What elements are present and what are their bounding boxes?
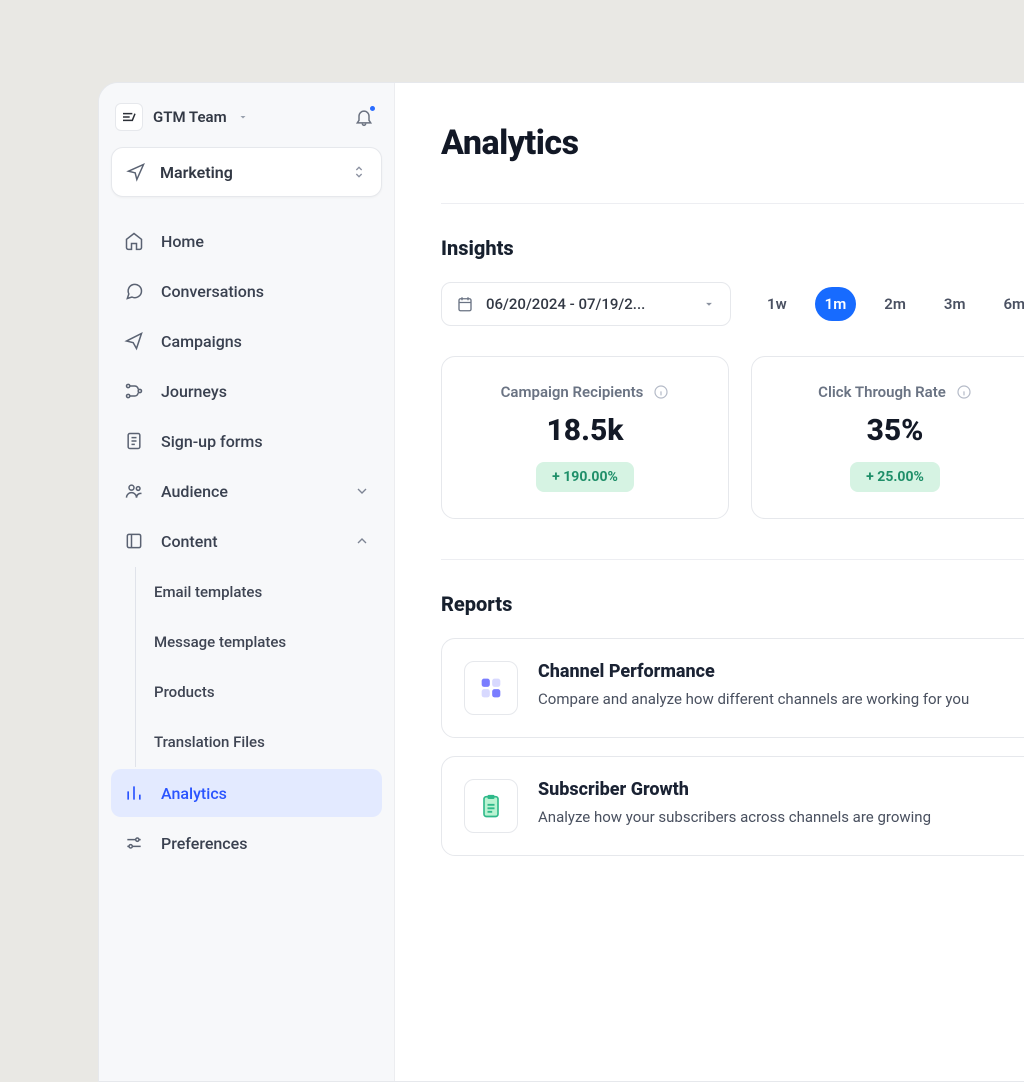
reports-heading: Reports bbox=[441, 592, 1024, 616]
sidebar-item-label: Sign-up forms bbox=[161, 432, 263, 451]
clipboard-icon bbox=[464, 779, 518, 833]
content-icon bbox=[123, 531, 145, 551]
range-3m[interactable]: 3m bbox=[934, 287, 976, 321]
reports-list: Channel Performance Compare and analyze … bbox=[441, 638, 1024, 856]
project-name: Marketing bbox=[160, 163, 233, 182]
sidebar-content-submenu: Email templates Message templates Produc… bbox=[135, 567, 382, 767]
metric-delta: + 25.00% bbox=[850, 462, 940, 492]
sidebar-item-journeys[interactable]: Journeys bbox=[111, 367, 382, 415]
send-icon bbox=[123, 331, 145, 351]
report-text: Subscriber Growth Analyze how your subsc… bbox=[538, 779, 931, 829]
audience-icon bbox=[123, 481, 145, 501]
sidebar-item-label: Analytics bbox=[161, 784, 227, 803]
divider bbox=[441, 203, 1024, 204]
info-icon[interactable] bbox=[653, 384, 669, 400]
sidebar-subitem-email-templates[interactable]: Email templates bbox=[142, 567, 382, 617]
team-name: GTM Team bbox=[153, 108, 227, 126]
paper-plane-icon bbox=[126, 162, 146, 182]
date-range-picker[interactable]: 06/20/2024 - 07/19/2... bbox=[441, 282, 731, 326]
sliders-icon bbox=[123, 833, 145, 853]
team-logo-icon bbox=[115, 103, 143, 131]
metric-title: Campaign Recipients bbox=[501, 383, 644, 401]
insights-controls: 06/20/2024 - 07/19/2... 1w 1m 2m 3m 6m 1… bbox=[441, 282, 1024, 326]
metric-value: 35% bbox=[867, 413, 924, 448]
sidebar-item-label: Campaigns bbox=[161, 332, 242, 351]
info-icon[interactable] bbox=[956, 384, 972, 400]
project-selector[interactable]: Marketing bbox=[111, 147, 382, 197]
range-2m[interactable]: 2m bbox=[874, 287, 916, 321]
sidebar-subitem-message-templates[interactable]: Message templates bbox=[142, 617, 382, 667]
sidebar-item-label: Content bbox=[161, 532, 218, 551]
sidebar-header: GTM Team bbox=[111, 99, 382, 147]
page-title: Analytics bbox=[441, 123, 1024, 163]
sidebar-item-audience[interactable]: Audience bbox=[111, 467, 382, 515]
sidebar-subitem-translation-files[interactable]: Translation Files bbox=[142, 717, 382, 767]
page-background: GTM Team Marketing bbox=[0, 0, 1024, 1024]
caret-down-icon bbox=[237, 111, 249, 123]
form-icon bbox=[123, 431, 145, 451]
time-range-segments: 1w 1m 2m 3m 6m 1y bbox=[757, 287, 1024, 321]
range-1m[interactable]: 1m bbox=[815, 287, 857, 321]
metric-card-ctr[interactable]: Click Through Rate 35% + 25.00% bbox=[751, 356, 1024, 519]
insights-heading: Insights bbox=[441, 236, 1024, 260]
sidebar-item-campaigns[interactable]: Campaigns bbox=[111, 317, 382, 365]
sidebar-item-label: Conversations bbox=[161, 282, 264, 301]
sidebar-item-home[interactable]: Home bbox=[111, 217, 382, 265]
range-1w[interactable]: 1w bbox=[757, 287, 797, 321]
caret-down-icon bbox=[702, 297, 716, 311]
calendar-icon bbox=[456, 295, 474, 313]
chevron-down-icon bbox=[354, 483, 370, 499]
sidebar-item-preferences[interactable]: Preferences bbox=[111, 819, 382, 867]
main-content: Analytics Insights 06/20/2024 - 07/19/2.… bbox=[395, 83, 1024, 1081]
report-channel-performance[interactable]: Channel Performance Compare and analyze … bbox=[441, 638, 1024, 738]
home-icon bbox=[123, 231, 145, 251]
report-subscriber-growth[interactable]: Subscriber Growth Analyze how your subsc… bbox=[441, 756, 1024, 856]
sidebar-subitem-products[interactable]: Products bbox=[142, 667, 382, 717]
report-title: Subscriber Growth bbox=[538, 779, 931, 800]
metric-value: 18.5k bbox=[546, 413, 623, 448]
chevron-up-icon bbox=[354, 533, 370, 549]
divider bbox=[441, 559, 1024, 560]
journey-icon bbox=[123, 381, 145, 401]
notification-dot-icon bbox=[368, 104, 377, 113]
notifications-button[interactable] bbox=[350, 103, 378, 131]
chat-icon bbox=[123, 281, 145, 301]
sidebar-item-conversations[interactable]: Conversations bbox=[111, 267, 382, 315]
team-switcher[interactable]: GTM Team bbox=[115, 103, 249, 131]
chevron-up-down-icon bbox=[351, 164, 367, 180]
sidebar-item-content[interactable]: Content bbox=[111, 517, 382, 565]
sidebar-item-label: Home bbox=[161, 232, 204, 251]
sidebar-item-label: Preferences bbox=[161, 834, 247, 853]
bar-chart-icon bbox=[123, 783, 145, 803]
report-title: Channel Performance bbox=[538, 661, 969, 682]
metric-card-recipients[interactable]: Campaign Recipients 18.5k + 190.00% bbox=[441, 356, 729, 519]
grid-icon bbox=[464, 661, 518, 715]
report-description: Analyze how your subscribers across chan… bbox=[538, 806, 931, 829]
app-window: GTM Team Marketing bbox=[98, 82, 1024, 1082]
range-6m[interactable]: 6m bbox=[993, 287, 1024, 321]
sidebar-item-signup-forms[interactable]: Sign-up forms bbox=[111, 417, 382, 465]
sidebar: GTM Team Marketing bbox=[99, 83, 395, 1081]
metric-title: Click Through Rate bbox=[818, 383, 946, 401]
date-range-value: 06/20/2024 - 07/19/2... bbox=[486, 295, 645, 313]
sidebar-item-label: Journeys bbox=[161, 382, 227, 401]
metric-cards: Campaign Recipients 18.5k + 190.00% Clic… bbox=[441, 356, 1024, 519]
sidebar-item-analytics[interactable]: Analytics bbox=[111, 769, 382, 817]
sidebar-item-label: Audience bbox=[161, 482, 228, 501]
metric-delta: + 190.00% bbox=[536, 462, 634, 492]
report-description: Compare and analyze how different channe… bbox=[538, 688, 969, 711]
sidebar-nav: Home Conversations Campaigns bbox=[111, 217, 382, 867]
report-text: Channel Performance Compare and analyze … bbox=[538, 661, 969, 711]
